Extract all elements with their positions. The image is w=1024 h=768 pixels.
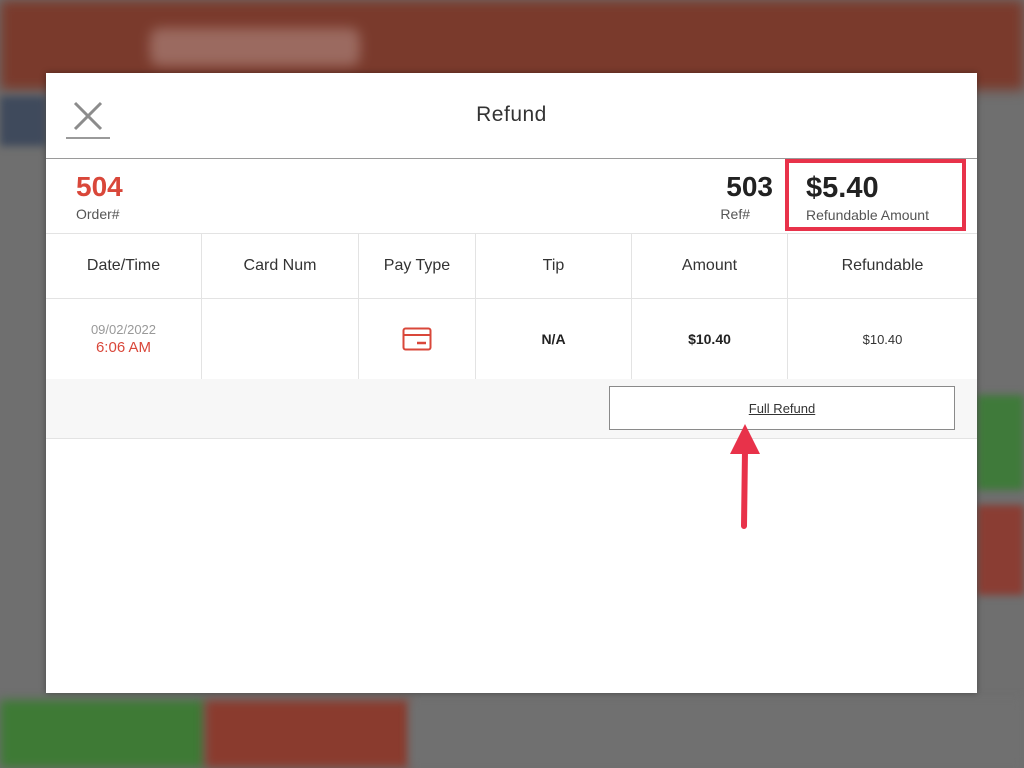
background-left-block [0, 96, 46, 146]
background-bottom-green [0, 700, 205, 768]
ref-number-label: Ref# [720, 206, 750, 222]
table-row[interactable]: 09/02/2022 6:06 AM N/A $10.40 $10.40 [46, 299, 977, 379]
refundable-amount-value: $5.40 [806, 172, 879, 204]
full-refund-label: Full Refund [748, 400, 816, 416]
ref-number: 503 [726, 171, 773, 202]
cell-tip: N/A [476, 299, 632, 379]
background-bottom-gray [410, 700, 1024, 768]
refundable-amount-label: Refundable Amount [806, 207, 929, 223]
annotation-arrow-icon [730, 424, 760, 529]
refundable-amount-highlight: $5.40 Refundable Amount [785, 159, 966, 231]
cell-amount: $10.40 [632, 299, 788, 379]
background-search-pill [150, 28, 360, 66]
background-right-green [977, 395, 1024, 490]
refund-action-row: Full Refund [46, 379, 977, 439]
modal-header: Refund [46, 73, 977, 159]
credit-card-icon [402, 327, 432, 351]
payment-refundable: $10.40 [862, 331, 903, 347]
cell-pay-type [359, 299, 476, 379]
cell-date-time: 09/02/2022 6:06 AM [46, 299, 202, 379]
header-refundable: Refundable [841, 257, 924, 274]
payment-time: 6:06 AM [95, 339, 152, 356]
payment-tip: N/A [541, 331, 566, 347]
background-right-red [977, 505, 1024, 595]
header-card-num: Card Num [202, 234, 359, 298]
refund-modal: Refund 504 Order# 503 Ref# $5.40 Refunda… [46, 73, 977, 693]
order-number-label: Order# [76, 206, 120, 222]
payment-amount: $10.40 [688, 331, 731, 347]
payment-date: 09/02/2022 [90, 322, 157, 337]
order-number: 504 [76, 171, 123, 202]
background-bottom-red [205, 700, 410, 768]
payments-table-header: Date/Time Card Num Pay Type Tip Amount R… [46, 234, 977, 299]
modal-title: Refund [476, 103, 547, 126]
order-info-row: 504 Order# 503 Ref# $5.40 Refundable Amo… [46, 159, 977, 234]
header-date-time: Date/Time [46, 234, 202, 298]
header-pay-type: Pay Type [359, 234, 476, 298]
cell-refundable: $10.40 [788, 299, 977, 379]
cell-card-num [202, 299, 359, 379]
header-amount: Amount [632, 234, 788, 298]
full-refund-button[interactable]: Full Refund [609, 386, 955, 430]
header-tip: Tip [476, 234, 632, 298]
